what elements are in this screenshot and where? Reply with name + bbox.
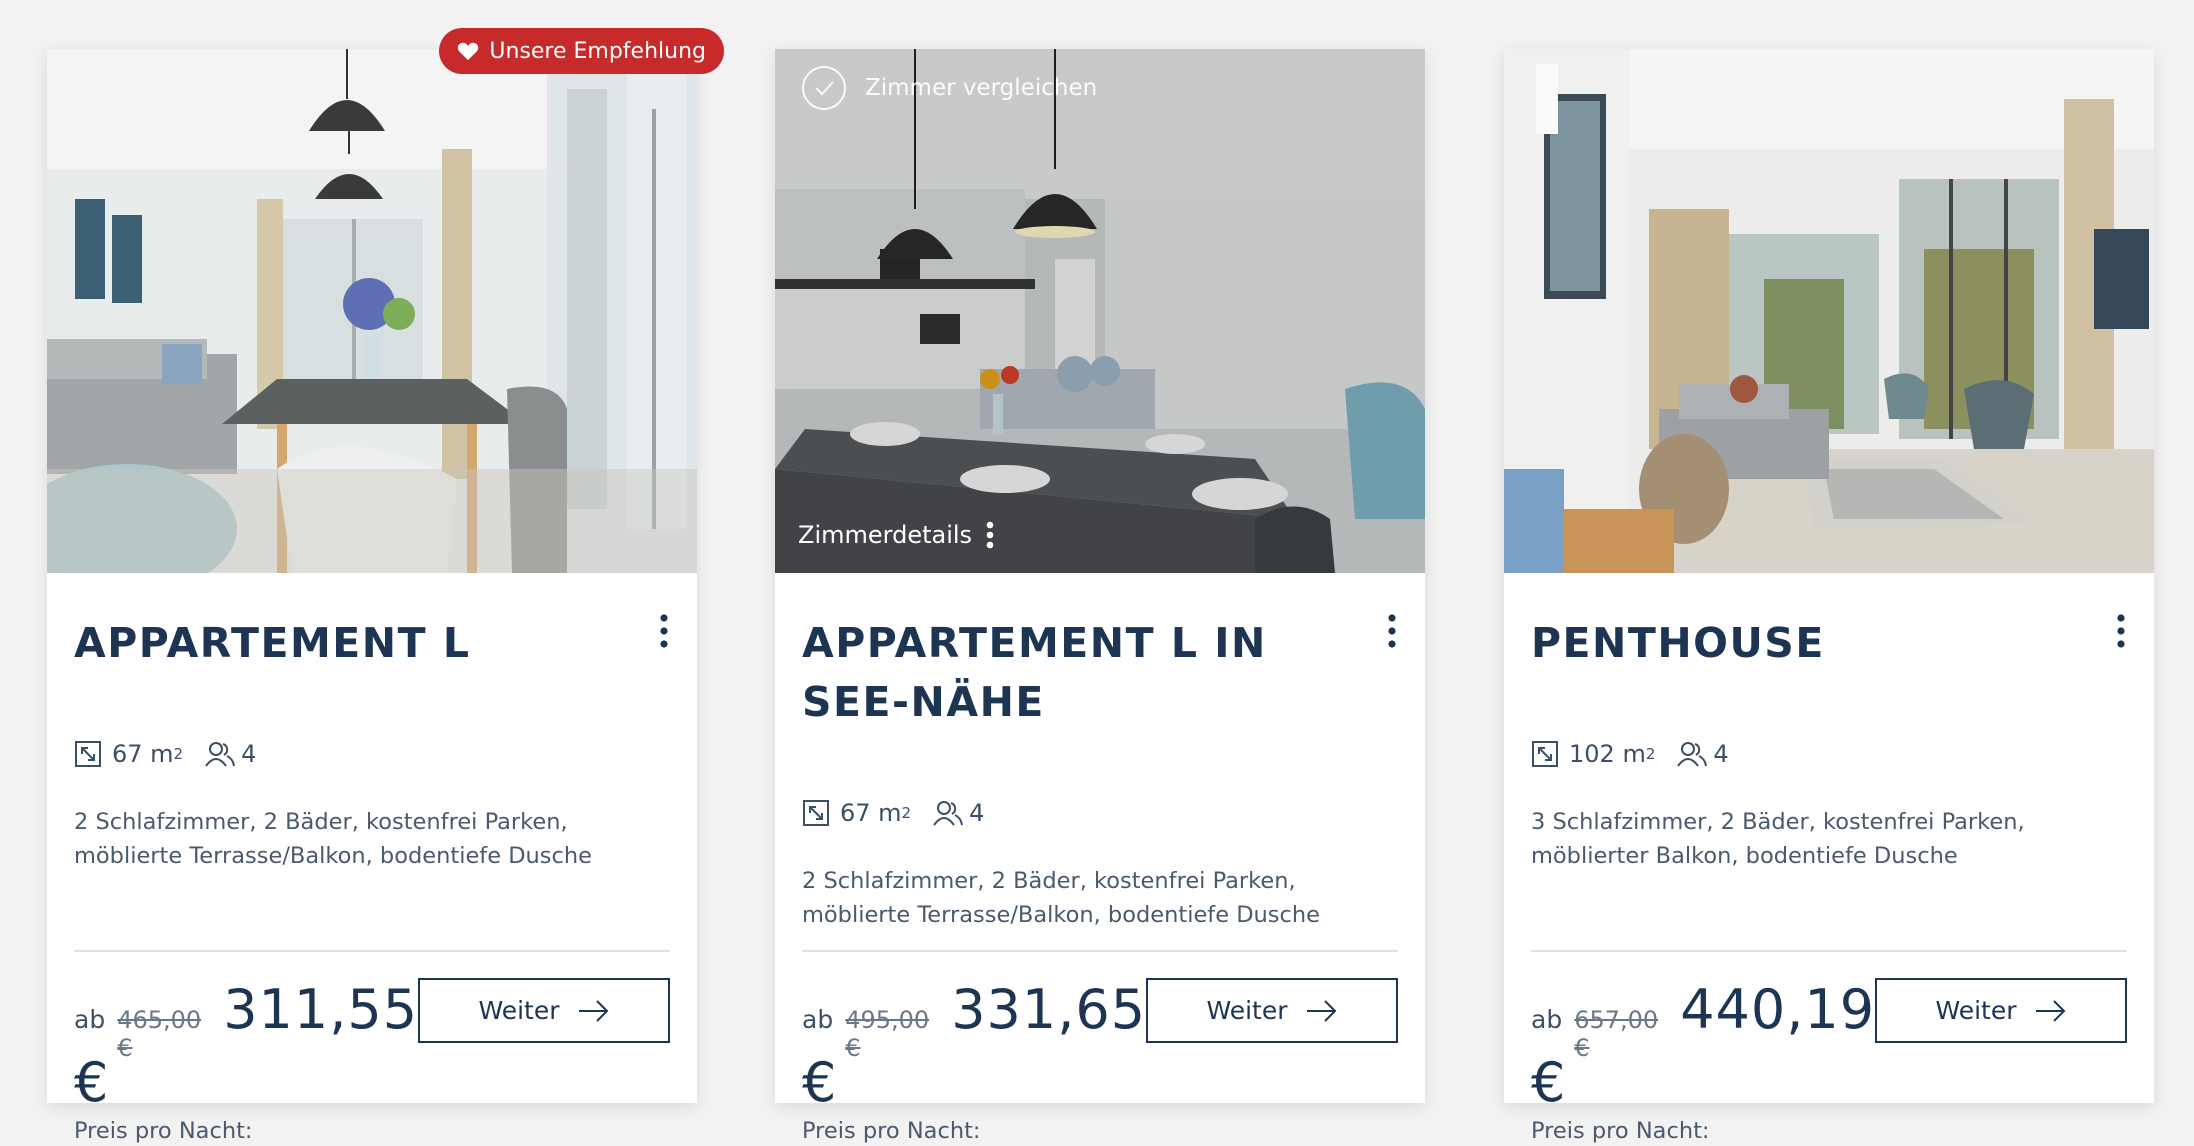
more-options-icon[interactable] — [2114, 614, 2128, 648]
price-prefix: ab — [802, 1005, 834, 1034]
persons-icon — [1677, 742, 1708, 767]
arrow-right-icon — [1306, 999, 1336, 1022]
persons-icon — [933, 801, 964, 826]
arrow-right-icon — [578, 999, 608, 1022]
recommendation-badge: Unsere Empfehlung — [439, 28, 724, 74]
card-body: APPARTEMENT L IN SEE-NÄHE 67 m2 4 2 Schl… — [775, 573, 1425, 1144]
room-photo[interactable] — [47, 49, 697, 573]
weiter-button-label: Weiter — [478, 996, 560, 1025]
guest-count: 4 — [241, 740, 257, 768]
divider — [1531, 950, 2127, 952]
guest-count: 4 — [1713, 740, 1729, 768]
kitchen-dining-image — [775, 49, 1425, 573]
old-price: 495,00 € — [845, 1006, 930, 1062]
price-currency: € — [802, 1051, 837, 1114]
room-card-appartement-l-seenaehe: Zimmer vergleichen Zimmerdetails APPARTE… — [775, 49, 1425, 1144]
current-price: 311,55 — [223, 978, 419, 1041]
price-block: ab 495,00 € 331,65 € Preis pro Nacht: — [802, 978, 1145, 1144]
more-options-icon[interactable] — [1385, 614, 1399, 648]
old-price: 465,00 € — [117, 1006, 202, 1062]
room-description: 2 Schlafzimmer, 2 Bäder, kostenfrei Park… — [802, 868, 1320, 928]
price-block: ab 465,00 € 311,55 € Preis pro Nacht: — [74, 978, 417, 1144]
guest-count: 4 — [969, 799, 985, 827]
room-size: 102 m — [1569, 740, 1646, 768]
room-title: APPARTEMENT L IN SEE-NÄHE — [802, 619, 1267, 726]
compare-rooms-label: Zimmer vergleichen — [865, 75, 1098, 101]
room-card-appartement-l: Unsere Empfehlung APPARTEMENT L 67 m 2 4… — [47, 28, 724, 1144]
arrow-right-icon — [2035, 999, 2065, 1022]
room-size: 67 m — [112, 740, 174, 768]
room-size: 67 m — [840, 799, 902, 827]
weiter-button[interactable]: Weiter — [418, 978, 670, 1043]
price-currency: € — [1531, 1051, 1566, 1114]
badge-label: Unsere Empfehlung — [489, 38, 706, 64]
room-photo[interactable] — [1504, 49, 2154, 573]
card-body: PENTHOUSE 102 m2 4 3 Schlafzimmer, 2 Bäd… — [1504, 573, 2154, 1144]
room-size-icon — [803, 800, 829, 826]
room-description: 2 Schlafzimmer, 2 Bäder, kostenfrei Park… — [74, 809, 592, 869]
card-body: APPARTEMENT L 67 m2 4 2 Schlafzimmer, 2 … — [47, 573, 697, 1144]
price-per-night-label: Preis pro Nacht: — [802, 1118, 981, 1144]
price-prefix: ab — [74, 1005, 106, 1034]
weiter-button[interactable]: Weiter — [1146, 978, 1398, 1043]
room-details-link[interactable]: Zimmerdetails — [798, 521, 994, 549]
persons-icon — [205, 742, 236, 767]
room-description: 3 Schlafzimmer, 2 Bäder, kostenfrei Park… — [1531, 809, 2025, 869]
room-size-icon — [75, 741, 101, 767]
divider — [802, 950, 1398, 952]
price-per-night-label: Preis pro Nacht: — [74, 1118, 253, 1144]
divider — [74, 950, 670, 952]
room-photo[interactable] — [775, 49, 1425, 573]
weiter-button[interactable]: Weiter — [1875, 978, 2127, 1043]
room-size-icon — [1532, 741, 1558, 767]
price-prefix: ab — [1531, 1005, 1563, 1034]
weiter-button-label: Weiter — [1206, 996, 1288, 1025]
room-title: APPARTEMENT L — [74, 619, 471, 667]
living-room-image — [47, 49, 697, 573]
price-currency: € — [74, 1051, 109, 1114]
room-title: PENTHOUSE — [1531, 619, 1825, 667]
room-stats: 67 m2 4 — [74, 740, 256, 768]
room-card-penthouse: PENTHOUSE 102 m2 4 3 Schlafzimmer, 2 Bäd… — [1504, 49, 2154, 1144]
room-details-label: Zimmerdetails — [798, 521, 973, 549]
more-options-icon[interactable] — [657, 614, 671, 648]
room-stats: 102 m2 4 — [1531, 740, 1729, 768]
current-price: 331,65 — [951, 978, 1147, 1041]
heart-icon — [458, 42, 479, 61]
current-price: 440,19 — [1680, 978, 1876, 1041]
check-circle-icon — [802, 66, 846, 110]
penthouse-living-image — [1504, 49, 2154, 573]
room-stats: 67 m2 4 — [802, 799, 984, 827]
price-per-night-label: Preis pro Nacht: — [1531, 1118, 1710, 1144]
old-price: 657,00 € — [1574, 1006, 1659, 1062]
price-block: ab 657,00 € 440,19 € Preis pro Nacht: — [1531, 978, 1874, 1144]
compare-rooms-toggle[interactable]: Zimmer vergleichen — [801, 65, 1097, 111]
weiter-button-label: Weiter — [1935, 996, 2017, 1025]
more-vertical-icon — [986, 521, 994, 549]
